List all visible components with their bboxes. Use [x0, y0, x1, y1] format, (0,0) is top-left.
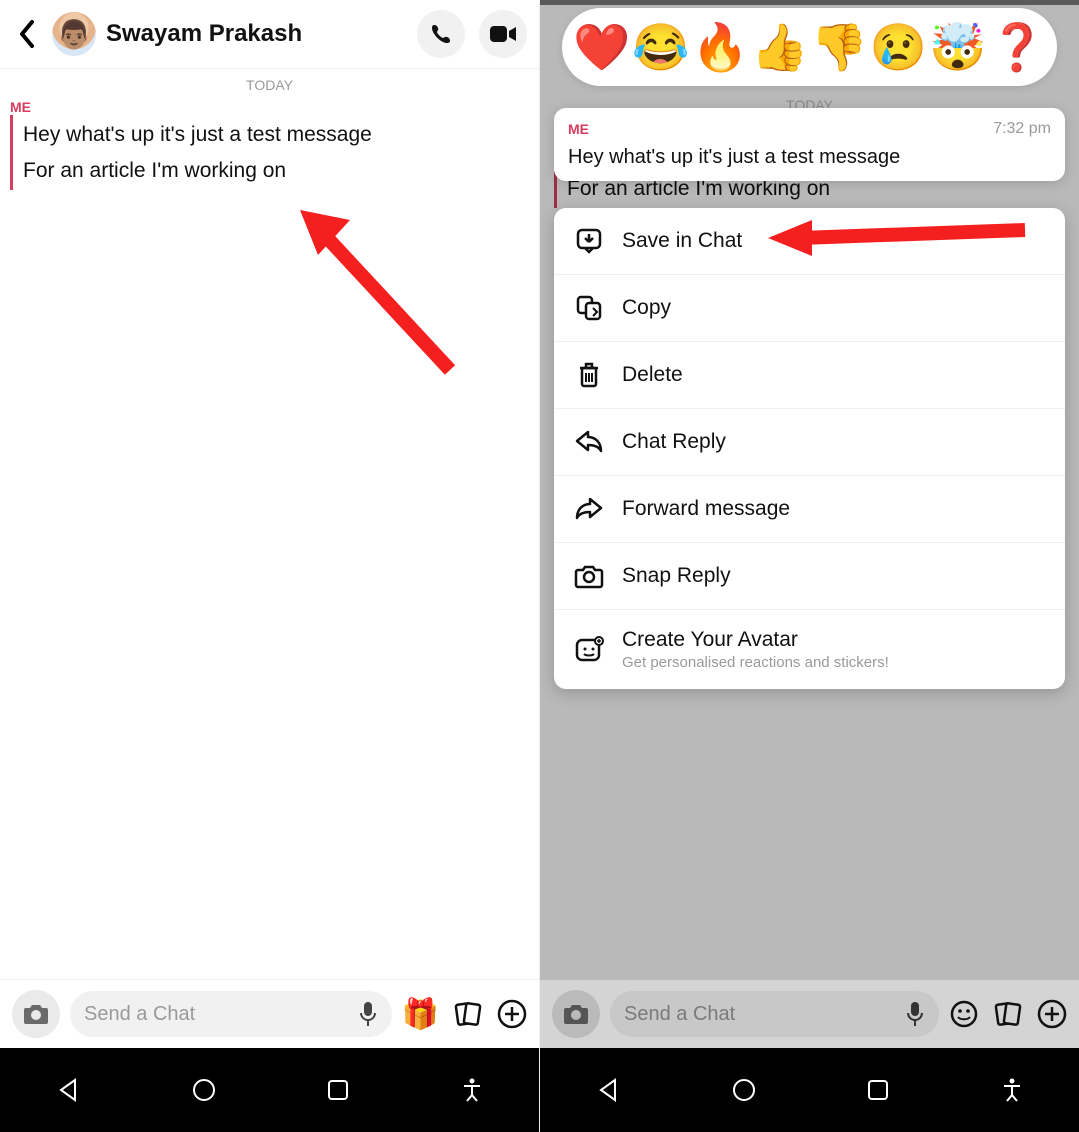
nav-recent-icon[interactable]: [326, 1078, 350, 1102]
menu-label: Copy: [622, 296, 671, 320]
menu-chat-reply[interactable]: Chat Reply: [554, 409, 1065, 476]
menu-label: Save in Chat: [622, 229, 742, 253]
chat-screen-left: 👨🏽 Swayam Prakash TODAY ME Hey what's up…: [0, 0, 540, 1132]
status-bar: [540, 0, 1079, 5]
back-button[interactable]: [12, 19, 42, 49]
save-icon: [574, 226, 604, 256]
nav-accessibility-icon[interactable]: [1000, 1077, 1024, 1103]
reaction-bar: ❤️ 😂 🔥 👍 👎 😢 🤯 ❓: [562, 8, 1057, 86]
chat-input[interactable]: Send a Chat: [610, 991, 939, 1037]
nav-back-icon[interactable]: [595, 1077, 621, 1103]
rocket-icon[interactable]: [993, 999, 1023, 1029]
camera-icon: [23, 1003, 49, 1025]
chat-name[interactable]: Swayam Prakash: [106, 20, 403, 48]
camera-icon: [563, 1003, 589, 1025]
menu-label: Delete: [622, 363, 683, 387]
chat-input[interactable]: Send a Chat: [70, 991, 392, 1037]
message-line: For an article I'm working on: [23, 153, 539, 189]
menu-label: Snap Reply: [622, 564, 731, 588]
reaction-thumbs-up[interactable]: 👍: [754, 21, 806, 73]
reply-icon: [574, 427, 604, 457]
chat-screen-right: TODAY ME Hey what's up it's just a test …: [540, 0, 1079, 1132]
avatar[interactable]: 👨🏽: [52, 12, 96, 56]
nav-home-icon[interactable]: [731, 1077, 757, 1103]
microphone-icon[interactable]: [358, 1001, 378, 1027]
menu-label: Chat Reply: [622, 430, 726, 454]
plus-circle-icon[interactable]: [497, 999, 527, 1029]
chat-header: 👨🏽 Swayam Prakash: [0, 0, 539, 69]
forward-icon: [574, 494, 604, 524]
date-divider: TODAY: [0, 69, 539, 97]
menu-delete[interactable]: Delete: [554, 342, 1065, 409]
rocket-icon[interactable]: [453, 999, 483, 1029]
microphone-icon[interactable]: [905, 1001, 925, 1027]
preview-time: 7:32 pm: [993, 120, 1051, 138]
menu-copy[interactable]: Copy: [554, 275, 1065, 342]
camera-button[interactable]: [552, 990, 600, 1038]
camera-outline-icon: [574, 561, 604, 591]
trash-icon: [574, 360, 604, 390]
context-menu: Save in Chat Copy Delete Chat Reply Forw…: [554, 208, 1065, 689]
bottom-icons: [949, 999, 1067, 1029]
gift-icon[interactable]: 🎁: [402, 997, 439, 1032]
video-call-button[interactable]: [479, 10, 527, 58]
sender-label: ME: [0, 97, 539, 115]
phone-icon: [429, 22, 453, 46]
nav-back-icon[interactable]: [55, 1077, 81, 1103]
reaction-fire[interactable]: 🔥: [694, 21, 746, 73]
chat-bottom-bar: Send a Chat 🎁: [0, 979, 539, 1048]
reaction-laugh[interactable]: 😂: [635, 21, 687, 73]
chevron-left-icon: [18, 20, 36, 48]
menu-label: Create Your Avatar: [622, 628, 889, 652]
nav-home-icon[interactable]: [191, 1077, 217, 1103]
chat-bottom-bar: Send a Chat: [540, 980, 1079, 1048]
android-nav-bar-right: [540, 1048, 1079, 1132]
chat-placeholder: Send a Chat: [84, 1003, 195, 1026]
nav-recent-icon[interactable]: [866, 1078, 890, 1102]
android-nav-bar-left: [0, 1048, 539, 1132]
reaction-cry[interactable]: 😢: [873, 21, 925, 73]
message-preview-card: ME 7:32 pm Hey what's up it's just a tes…: [554, 108, 1065, 181]
copy-icon: [574, 293, 604, 323]
menu-forward[interactable]: Forward message: [554, 476, 1065, 543]
video-icon: [489, 24, 517, 44]
bottom-icons: 🎁: [402, 997, 527, 1032]
reaction-heart[interactable]: ❤️: [576, 21, 628, 73]
reaction-question[interactable]: ❓: [991, 21, 1043, 73]
plus-circle-icon[interactable]: [1037, 999, 1067, 1029]
message-block[interactable]: Hey what's up it's just a test message F…: [10, 115, 539, 190]
menu-create-avatar[interactable]: Create Your Avatar Get personalised reac…: [554, 610, 1065, 689]
preview-sender: ME: [568, 121, 589, 137]
nav-accessibility-icon[interactable]: [460, 1077, 484, 1103]
preview-message: Hey what's up it's just a test message: [568, 146, 1051, 169]
chat-placeholder: Send a Chat: [624, 1003, 735, 1026]
menu-save-in-chat[interactable]: Save in Chat: [554, 208, 1065, 275]
reaction-mindblown[interactable]: 🤯: [932, 21, 984, 73]
menu-label: Forward message: [622, 497, 790, 521]
message-line: Hey what's up it's just a test message: [23, 117, 539, 153]
avatar-plus-icon: [574, 635, 604, 665]
audio-call-button[interactable]: [417, 10, 465, 58]
emoji-icon[interactable]: [949, 999, 979, 1029]
reaction-thumbs-down[interactable]: 👎: [813, 21, 865, 73]
camera-button[interactable]: [12, 990, 60, 1038]
menu-sublabel: Get personalised reactions and stickers!: [622, 654, 889, 671]
menu-snap-reply[interactable]: Snap Reply: [554, 543, 1065, 610]
